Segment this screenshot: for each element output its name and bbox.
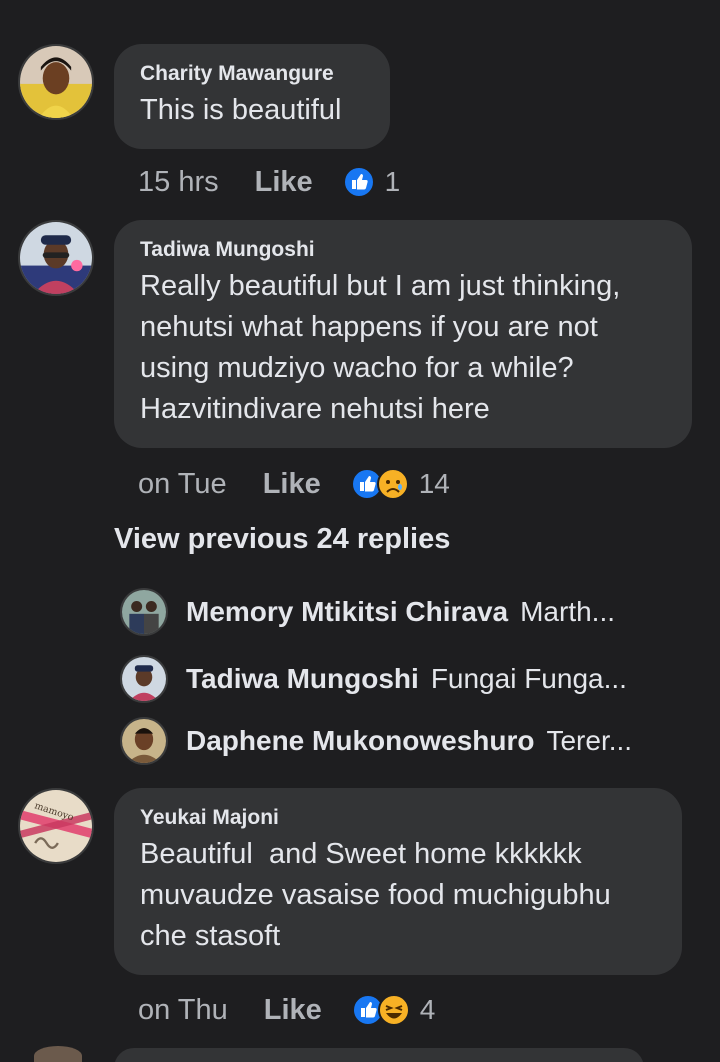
reaction-count: 1 xyxy=(384,166,401,197)
like-button[interactable]: Like xyxy=(263,468,321,501)
avatar[interactable]: mamoyo xyxy=(18,788,94,864)
reaction-count: 4 xyxy=(419,994,436,1025)
avatar xyxy=(34,1046,82,1062)
comment-time[interactable]: on Thu xyxy=(138,994,228,1027)
comment-time[interactable]: on Tue xyxy=(138,468,227,501)
sad-icon xyxy=(376,468,409,500)
comment-text-line: che stasoft xyxy=(140,920,281,952)
avatar xyxy=(120,717,168,765)
like-button[interactable]: Like xyxy=(264,994,322,1027)
reaction-count: 14 xyxy=(418,468,450,499)
comment-bubble xyxy=(114,1048,644,1062)
avatar[interactable] xyxy=(18,220,94,296)
reply-snippet: Terer... xyxy=(546,725,633,756)
comment-text-line: Really beautiful but I am just thinking, xyxy=(140,270,621,302)
reactions[interactable] xyxy=(342,166,375,198)
reactions[interactable] xyxy=(351,994,410,1026)
comment-author[interactable]: Yeukai Majoni xyxy=(140,804,656,832)
avatar xyxy=(120,655,168,703)
like-button[interactable]: Like xyxy=(255,166,313,199)
comment-author[interactable]: Tadiwa Mungoshi xyxy=(140,236,666,264)
haha-icon xyxy=(377,994,410,1026)
reply-snippet: Marth... xyxy=(520,596,616,627)
comment-bubble: Tadiwa Mungoshi Really beautiful but I a… xyxy=(114,220,692,448)
comment-text-line: using mudziyo wacho for a while? xyxy=(140,352,574,384)
comment-time[interactable]: 15 hrs xyxy=(138,166,219,199)
reply-author[interactable]: Daphene Mukonoweshuro xyxy=(186,725,534,757)
reactions[interactable] xyxy=(350,468,409,500)
comment-meta: 15 hrs Like 1 xyxy=(138,162,400,202)
like-icon xyxy=(342,166,375,198)
comment-text: This is beautiful xyxy=(140,94,342,126)
comment-meta: on Thu Like 4 xyxy=(138,990,435,1030)
comment-meta: on Tue Like 14 xyxy=(138,464,450,504)
comment-text-line: Beautiful and Sweet home kkkkkk xyxy=(140,838,582,870)
reply-preview[interactable]: Daphene Mukonoweshuro Terer... xyxy=(120,716,680,766)
reply-author[interactable]: Memory Mtikitsi Chirava xyxy=(186,596,508,628)
comment-bubble: Yeukai Majoni Beautiful and Sweet home k… xyxy=(114,788,682,975)
comment-bubble: Charity Mawangure This is beautiful xyxy=(114,44,390,149)
view-previous-replies-link[interactable]: View previous 24 replies xyxy=(114,523,450,556)
comment-text-line: nehutsi what happens if you are not xyxy=(140,311,598,343)
comment-text-line: muvaudze vasaise food muchigubhu xyxy=(140,879,611,911)
reply-preview[interactable]: Tadiwa Mungoshi Fungai Funga... xyxy=(120,654,680,704)
comment-author[interactable]: Charity Mawangure xyxy=(140,60,364,88)
reply-author[interactable]: Tadiwa Mungoshi xyxy=(186,663,419,695)
reply-snippet: Fungai Funga... xyxy=(430,663,627,694)
avatar xyxy=(120,588,168,636)
comment-text-line: Hazvitindivare nehutsi here xyxy=(140,393,490,425)
reply-preview[interactable]: Memory Mtikitsi Chirava Marth... xyxy=(120,587,680,637)
avatar[interactable] xyxy=(18,44,94,120)
